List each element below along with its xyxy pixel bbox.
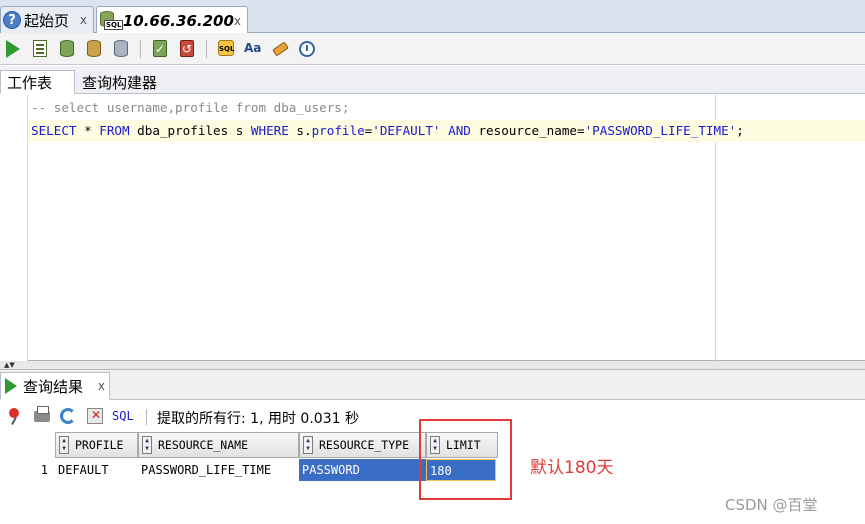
- panel-splitter[interactable]: ▲▼: [0, 361, 865, 370]
- sort-icon[interactable]: ▲ ▼: [59, 436, 69, 454]
- annotation-highlight-box: [419, 419, 512, 500]
- sql-tuning-icon[interactable]: [111, 39, 131, 59]
- code-text: resource_name=: [470, 123, 585, 138]
- run-result-icon: [5, 378, 17, 394]
- sql-editor[interactable]: -- select username,profile from dba_user…: [0, 95, 865, 361]
- code-line-comment[interactable]: -- select username,profile from dba_user…: [31, 97, 349, 119]
- sql-history-icon[interactable]: SQL: [216, 39, 236, 59]
- sort-icon[interactable]: ▲ ▼: [142, 436, 152, 454]
- string-literal: 'DEFAULT': [372, 123, 441, 138]
- code-text: s.: [288, 123, 312, 138]
- line-gutter: [0, 95, 28, 361]
- refresh-icon[interactable]: [58, 406, 78, 426]
- keyword: AND: [448, 123, 471, 138]
- close-icon[interactable]: x: [98, 379, 105, 393]
- code-line-current[interactable]: SELECT * FROM dba_profiles s WHERE s.pro…: [28, 120, 865, 142]
- fetch-status: 提取的所有行: 1, 用时 0.031 秒: [157, 411, 359, 427]
- column-header-label: RESOURCE_NAME: [158, 438, 249, 452]
- column-header-label: PROFILE: [75, 438, 124, 452]
- rollback-icon[interactable]: ↺: [177, 39, 197, 59]
- worksheet-tab-bar: 工作表 查询构建器: [0, 66, 865, 94]
- column-header-resource-type[interactable]: ▲ ▼ RESOURCE_TYPE: [299, 432, 426, 458]
- pin-icon[interactable]: [6, 406, 26, 426]
- run-statement-icon[interactable]: [2, 39, 22, 59]
- collapse-arrows-icon[interactable]: ▲▼: [4, 362, 15, 369]
- code-text: ;: [736, 123, 744, 138]
- annotation-text: 默认180天: [530, 458, 614, 478]
- tab-query-result-label: 查询结果: [23, 377, 84, 396]
- run-script-icon[interactable]: [30, 39, 50, 59]
- row-number[interactable]: 1: [0, 459, 52, 481]
- table-cell[interactable]: PASSWORD_LIFE_TIME: [138, 459, 299, 481]
- toolbar-separator: [206, 40, 207, 58]
- tab-start-page[interactable]: ? 起始页 x: [0, 6, 94, 33]
- result-tab-bar: 查询结果 x: [0, 370, 865, 400]
- watermark: CSDN @百堂: [725, 496, 818, 514]
- autotrace-icon[interactable]: [57, 39, 77, 59]
- code-text: *: [76, 123, 100, 138]
- delete-icon[interactable]: [85, 406, 105, 426]
- string-literal: 'PASSWORD_LIFE_TIME': [584, 123, 737, 138]
- tab-start-page-label: 起始页: [24, 11, 70, 30]
- clear-icon[interactable]: [270, 39, 290, 59]
- sql-link[interactable]: SQL: [112, 409, 134, 423]
- print-icon[interactable]: [32, 406, 52, 426]
- table-cell-selected[interactable]: PASSWORD: [299, 459, 426, 481]
- tab-worksheet[interactable]: 工作表: [0, 70, 75, 94]
- column-header-resource-name[interactable]: ▲ ▼ RESOURCE_NAME: [138, 432, 299, 458]
- history-clock-icon[interactable]: [297, 39, 317, 59]
- keyword: SELECT: [31, 123, 77, 138]
- sql-worksheet-icon: SQL: [99, 10, 124, 31]
- help-icon: ?: [3, 11, 21, 29]
- close-icon[interactable]: x: [80, 13, 87, 27]
- sort-icon[interactable]: ▲ ▼: [303, 436, 313, 454]
- tab-query-result[interactable]: 查询结果 x: [0, 372, 110, 400]
- toolbar-separator: [140, 40, 141, 58]
- close-icon[interactable]: x: [234, 14, 241, 28]
- toolbar-separator: [146, 409, 147, 425]
- code-text: dba_profiles s: [129, 123, 251, 138]
- commit-icon[interactable]: ✓: [150, 39, 170, 59]
- tab-query-builder[interactable]: 查询构建器: [76, 70, 163, 94]
- column-header-label: RESOURCE_TYPE: [319, 438, 410, 452]
- document-tab-bar: ? 起始页 x SQL 10.66.36.200 x: [0, 0, 865, 34]
- tab-connection[interactable]: SQL 10.66.36.200 x: [96, 6, 248, 34]
- keyword: profile: [311, 123, 365, 138]
- explain-plan-icon[interactable]: [84, 39, 104, 59]
- column-header-profile[interactable]: ▲ ▼ PROFILE: [55, 432, 138, 458]
- tab-connection-label: 10.66.36.200: [122, 11, 234, 30]
- main-toolbar: ✓ ↺ SQL Aa: [0, 33, 865, 65]
- case-toggle-icon[interactable]: Aa: [243, 39, 263, 59]
- keyword: WHERE: [250, 123, 289, 138]
- table-cell[interactable]: DEFAULT: [55, 459, 138, 481]
- keyword: FROM: [99, 123, 130, 138]
